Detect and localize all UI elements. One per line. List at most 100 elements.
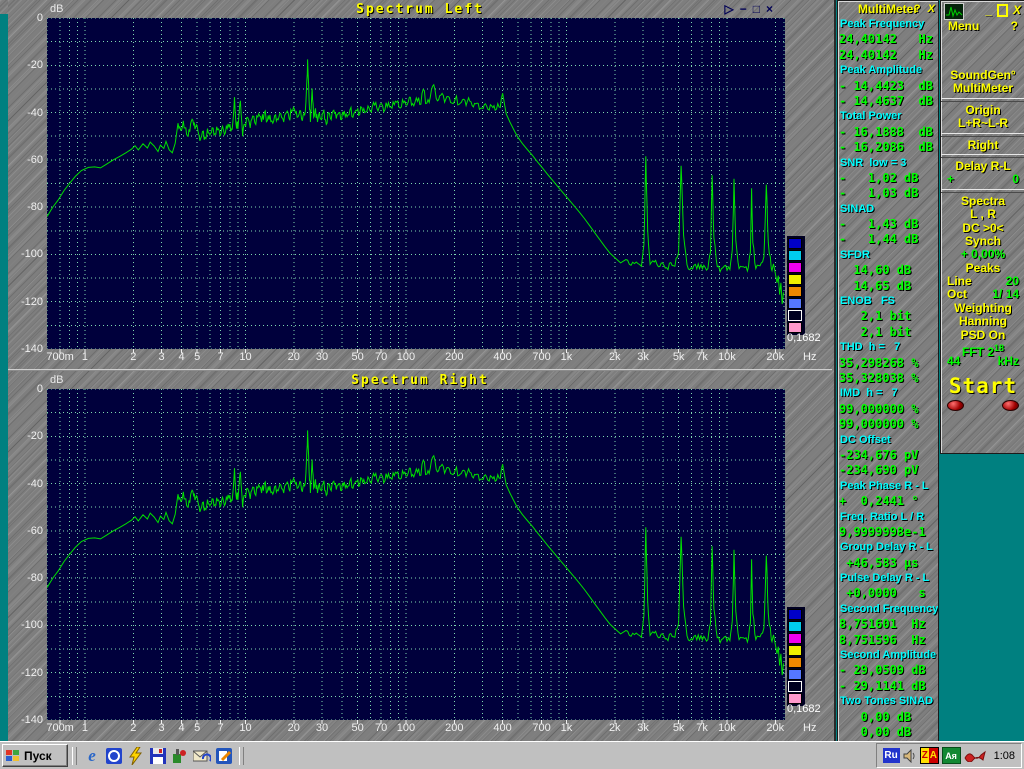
close-icon[interactable]: X: [928, 3, 935, 15]
desktop-app-icon[interactable]: [103, 746, 125, 766]
lightning-icon[interactable]: [125, 746, 147, 766]
multimeter-button[interactable]: MultiMeter: [941, 81, 1024, 95]
trace-color-swatch[interactable]: [788, 609, 802, 620]
multimeter-readouts: Peak Frequency 24,40142 Hz 24,40142 Hz Peak…: [838, 17, 938, 740]
trace-color-swatch[interactable]: [788, 238, 802, 249]
system-tray: Ru ZA Ая 1:08: [875, 743, 1022, 768]
trace-color-swatch[interactable]: [788, 633, 802, 644]
trace-color-swatch[interactable]: [788, 274, 802, 285]
close-icon[interactable]: ×: [766, 2, 773, 16]
meter-value: -234,690 pV: [839, 463, 919, 478]
trace-color-swatch[interactable]: [788, 298, 802, 309]
meter-label: ENOB FS: [840, 295, 896, 308]
red-wave-icon[interactable]: [964, 749, 986, 762]
meter-value: - 14,4637 dB: [839, 93, 933, 108]
y-tick-label: -140: [20, 343, 43, 355]
close-icon[interactable]: X: [1013, 3, 1021, 17]
soundgen-button[interactable]: SoundGen°: [941, 68, 1024, 82]
meter-label: Group Delay R - L: [840, 541, 933, 554]
synch-value: + 0,00%: [960, 247, 1006, 262]
meter-value: 0,00 dB: [839, 709, 912, 724]
maximize-icon[interactable]: □: [753, 2, 760, 16]
channel-button[interactable]: Right: [941, 138, 1024, 152]
za-tray-icon[interactable]: ZA: [919, 747, 939, 764]
trace-color-swatch[interactable]: [788, 621, 802, 632]
meter-value: 35,328038 %: [839, 370, 919, 385]
synch-button[interactable]: Synch: [941, 234, 1024, 248]
led-right: [1002, 399, 1019, 411]
toolbar-grip[interactable]: [72, 746, 77, 765]
fft-label: FFT 2: [961, 345, 994, 360]
start-button[interactable]: Start: [941, 374, 1024, 398]
psd-button[interactable]: PSD On: [941, 328, 1024, 342]
meter-value: 2,1 bit: [839, 309, 912, 324]
multimeter-titlebar: MultiMeter ? X: [838, 1, 938, 17]
clock[interactable]: 1:08: [994, 750, 1015, 762]
spectrum-plot-right[interactable]: [47, 389, 785, 720]
fft-exponent: 18: [993, 343, 1004, 354]
meter-value: 24,40142 Hz: [839, 47, 933, 62]
floppy-save-icon[interactable]: [147, 746, 169, 766]
meter-value: - 29,1141 dB: [839, 678, 926, 693]
volume-icon[interactable]: [903, 748, 917, 763]
help-icon[interactable]: ?: [1011, 19, 1018, 33]
toolbar-grip[interactable]: [239, 746, 244, 765]
y-axis-unit: dB: [50, 374, 64, 386]
menu-button[interactable]: Menu: [948, 19, 979, 33]
weighting-value-button[interactable]: Hanning: [941, 314, 1024, 328]
help-icon[interactable]: ?: [914, 3, 921, 15]
y-tick-label: 0: [36, 12, 43, 24]
language-indicator[interactable]: Ru: [882, 748, 900, 763]
x-tick-marks: [59, 720, 776, 724]
meter-label: SNR low = 3: [840, 156, 907, 169]
internet-explorer-icon[interactable]: e: [81, 746, 103, 766]
tools-icon[interactable]: [169, 746, 191, 766]
line-label: Line: [947, 274, 972, 289]
fft-size-button[interactable]: FFT 218: [941, 342, 1024, 359]
notes-pencil-icon[interactable]: [213, 746, 235, 766]
play-icon[interactable]: ▷: [724, 2, 733, 16]
keyboard-layout-icon[interactable]: Ая: [941, 747, 961, 764]
spectrum-plot-left[interactable]: [47, 18, 785, 349]
meter-label: Peak Amplitude: [840, 64, 923, 77]
spectra-channels-button[interactable]: L , R: [941, 207, 1024, 221]
spectra-label: Spectra: [960, 193, 1006, 208]
origin-label: Origin: [965, 102, 1001, 117]
y-tick-label: -40: [27, 477, 43, 490]
line-row[interactable]: Line 20: [941, 274, 1024, 289]
analyzer-control-panel: _ X Menu ? SoundGen° MultiMeter Origin L…: [940, 0, 1024, 454]
delay-value: 0: [1012, 172, 1019, 187]
chart-title-left: Spectrum Left: [356, 2, 484, 17]
origin-mode-button[interactable]: L+R~L-R: [941, 116, 1024, 130]
meter-label: Peak Phase R - L: [840, 479, 929, 492]
peaks-button[interactable]: Peaks: [941, 261, 1024, 275]
trace-color-swatch[interactable]: [788, 657, 802, 668]
meter-label: Peak Frequency: [840, 18, 925, 30]
delay-value-row[interactable]: + 0: [941, 172, 1024, 187]
spectrum-charts-window: Spectrum Left ▷ − □ × dB 0 -20 -40 -60 -80 -100 -…: [8, 0, 836, 741]
trace-color-swatch[interactable]: [788, 250, 802, 261]
trace-color-swatch[interactable]: [788, 681, 802, 692]
mail-sync-icon[interactable]: [191, 746, 213, 766]
trace-color-swatch[interactable]: [788, 286, 802, 297]
samplerate-value: 44: [947, 354, 961, 369]
meter-label: Second Amplitude: [840, 649, 937, 662]
trace-color-legend: [787, 236, 805, 335]
start-button-label: Пуск: [24, 748, 52, 763]
octave-row[interactable]: Oct 1/ 14: [941, 288, 1024, 302]
maximize-icon[interactable]: [996, 3, 1008, 17]
y-tick-label: -20: [27, 430, 43, 443]
dc-button[interactable]: DC >0<: [941, 221, 1024, 235]
meter-value: 14,60 dB: [839, 263, 912, 278]
minimize-icon[interactable]: _: [985, 3, 992, 17]
trace-color-swatch[interactable]: [788, 310, 802, 321]
minimize-icon[interactable]: −: [740, 2, 747, 16]
trace-color-swatch[interactable]: [788, 645, 802, 656]
y-tick-label: -80: [27, 201, 43, 214]
y-tick-label: -20: [27, 59, 43, 72]
meter-value: 8,751596 Hz: [839, 632, 926, 647]
trace-color-swatch[interactable]: [788, 669, 802, 680]
start-menu-button[interactable]: Пуск: [2, 744, 68, 767]
weighting-label: Weighting: [954, 300, 1012, 315]
trace-color-swatch[interactable]: [788, 262, 802, 273]
